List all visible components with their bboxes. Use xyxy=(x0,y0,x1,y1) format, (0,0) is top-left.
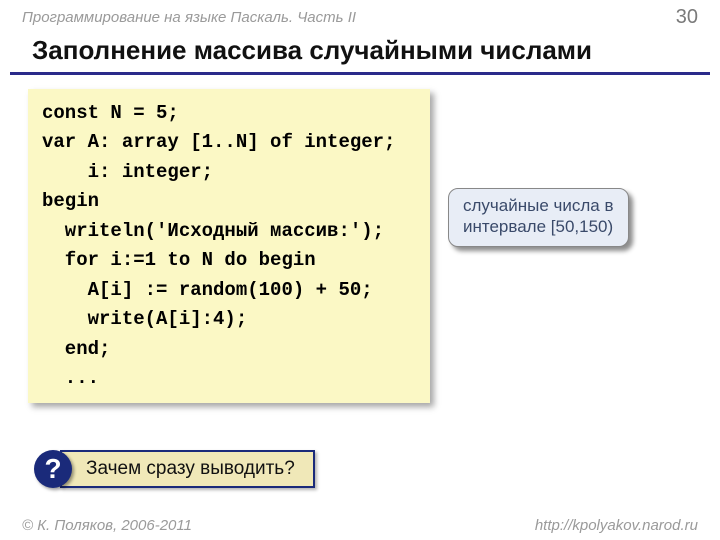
code-line: ... xyxy=(42,364,416,393)
question-mark-icon: ? xyxy=(34,450,72,488)
code-line: i: integer; xyxy=(42,158,416,187)
question-box: Зачем сразу выводить? xyxy=(60,450,315,488)
footer-url: http://kpolyakov.narod.ru xyxy=(535,517,698,534)
callout-note: случайные числа в интервале [50,150) xyxy=(448,188,629,247)
code-line: writeln('Исходный массив:'); xyxy=(42,217,416,246)
course-name: Программирование на языке Паскаль. Часть… xyxy=(22,9,356,26)
code-line: end; xyxy=(42,335,416,364)
copyright: © К. Поляков, 2006-2011 xyxy=(22,517,192,534)
slide-header: Программирование на языке Паскаль. Часть… xyxy=(0,0,720,31)
code-line: A[i] := random(100) + 50; xyxy=(42,276,416,305)
code-line: const N = 5; xyxy=(42,99,416,128)
callout-line: интервале [50,150) xyxy=(463,216,614,237)
question-row: ? Зачем сразу выводить? xyxy=(34,450,315,488)
code-line: begin xyxy=(42,187,416,216)
code-line: write(A[i]:4); xyxy=(42,305,416,334)
slide-footer: © К. Поляков, 2006-2011 http://kpolyakov… xyxy=(0,517,720,534)
slide-title: Заполнение массива случайными числами xyxy=(10,31,710,75)
page-number: 30 xyxy=(676,6,698,29)
code-block: const N = 5; var A: array [1..N] of inte… xyxy=(28,89,430,403)
code-line: for i:=1 to N do begin xyxy=(42,246,416,275)
callout-line: случайные числа в xyxy=(463,195,614,216)
code-line: var A: array [1..N] of integer; xyxy=(42,128,416,157)
